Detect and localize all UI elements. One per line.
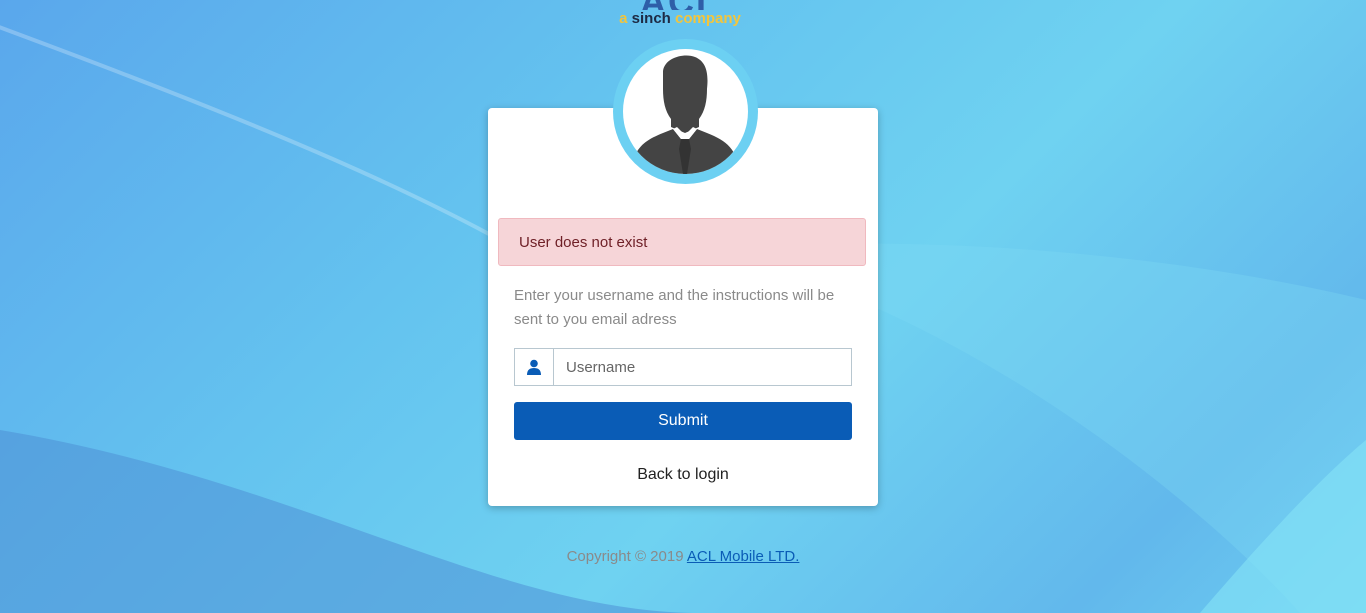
logo-tagline: a sinch company (590, 10, 770, 28)
logo-tagline-brand: sinch (631, 10, 671, 27)
user-icon (515, 349, 554, 385)
instructions-text: Enter your username and the instructions… (514, 287, 835, 328)
username-input-group (514, 348, 852, 386)
submit-button[interactable]: Submit (514, 402, 852, 440)
brand-logo: ACL a sinch company (590, 0, 770, 36)
footer-copyright: Copyright © 2019 (566, 548, 687, 565)
avatar-ring (613, 39, 758, 184)
logo-tagline-suffix: company (670, 10, 741, 27)
businessman-silhouette-icon (631, 55, 740, 174)
logo-tagline-prefix: a (619, 10, 632, 27)
logo-mark: ACL (590, 0, 770, 10)
error-alert: User does not exist (498, 218, 866, 266)
footer-company-link[interactable]: ACL Mobile LTD. (687, 548, 800, 565)
username-input[interactable] (554, 349, 851, 385)
avatar (623, 49, 748, 174)
back-to-login-link[interactable]: Back to login (488, 466, 878, 484)
footer: Copyright © 2019 ACL Mobile LTD. (0, 548, 1366, 565)
